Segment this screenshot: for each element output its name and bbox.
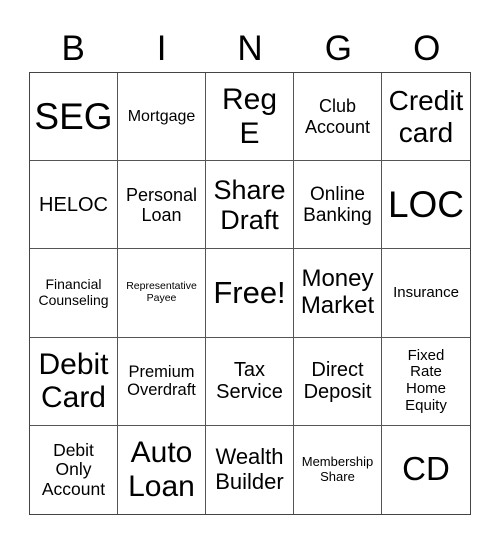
bingo-cell-text: Credit card	[388, 85, 464, 148]
bingo-cell-text: Free!	[213, 274, 286, 310]
header-letter-o: O	[413, 29, 441, 68]
bingo-cell[interactable]: Premium Overdraft	[118, 337, 206, 426]
bingo-cell-text: Club Account	[304, 96, 371, 137]
bingo-cell-text: Share Draft	[213, 174, 286, 235]
bingo-cell-text: Mortgage	[127, 107, 196, 125]
bingo-cell-text: Tax Service	[216, 358, 283, 404]
bingo-cell-text: HELOC	[39, 193, 108, 216]
bingo-cell-text: Debit Card	[38, 347, 109, 415]
bingo-cell[interactable]: Tax Service	[206, 337, 294, 426]
bingo-cell[interactable]: Reg E	[206, 73, 294, 162]
bingo-cell-text: Membership Share	[301, 454, 374, 484]
bingo-cell-text: SEG	[34, 95, 113, 137]
bingo-cell-text: LOC	[387, 184, 465, 226]
bingo-cell-text: Direct Deposit	[303, 358, 372, 404]
bingo-cell[interactable]: Credit card	[382, 73, 470, 162]
bingo-cell-text: Fixed Rate Home Equity	[405, 346, 447, 414]
bingo-cell[interactable]: Wealth Builder	[206, 425, 294, 514]
bingo-cell[interactable]: Debit Card	[30, 337, 118, 426]
bingo-cell-text: Wealth Builder	[215, 444, 284, 494]
bingo-cell[interactable]: Debit Only Account	[30, 425, 118, 514]
bingo-cell-text: Money Market	[300, 265, 375, 319]
bingo-cell[interactable]: SEG	[30, 73, 118, 162]
bingo-cell-text: CD	[402, 450, 450, 488]
header-letter-b: B	[61, 29, 85, 68]
bingo-cell-text: Reg E	[221, 83, 278, 150]
bingo-cell[interactable]: Financial Counseling	[30, 249, 118, 338]
bingo-cell[interactable]: LOC	[382, 161, 470, 250]
bingo-cell-text: Personal Loan	[125, 184, 198, 225]
header-letter-n: N	[237, 29, 263, 68]
bingo-cell[interactable]: CD	[382, 426, 470, 514]
bingo-cell[interactable]: Representative Payee	[118, 249, 206, 338]
bingo-cell[interactable]: Insurance	[382, 249, 470, 338]
bingo-cell-text: Premium Overdraft	[127, 362, 196, 400]
bingo-cell[interactable]: Money Market	[294, 249, 382, 338]
bingo-cell-text: Representative Payee	[126, 280, 197, 304]
header-letter-i: I	[156, 29, 167, 68]
bingo-cell[interactable]: Direct Deposit	[294, 337, 382, 426]
bingo-cell-text: Debit Only Account	[41, 439, 106, 499]
bingo-cell[interactable]: Auto Loan	[118, 425, 206, 514]
bingo-cell[interactable]: HELOC	[30, 161, 118, 250]
bingo-cell[interactable]: Personal Loan	[118, 161, 206, 250]
bingo-cell[interactable]: Membership Share	[294, 425, 382, 514]
bingo-cell-text: Auto Loan	[128, 436, 195, 503]
bingo-cell[interactable]: Fixed Rate Home Equity	[382, 338, 470, 426]
bingo-cell[interactable]: Share Draft	[206, 161, 294, 250]
bingo-cell[interactable]: Free!	[206, 249, 294, 338]
bingo-cell[interactable]: Club Account	[294, 73, 382, 162]
bingo-board: SEG Mortgage Reg E Club Account Credit card H…	[29, 72, 471, 515]
bingo-cell[interactable]: Online Banking	[294, 161, 382, 250]
bingo-cell-text: Insurance	[393, 283, 459, 301]
bingo-cell-text: Online Banking	[303, 183, 372, 226]
bingo-header: B I N G O	[29, 28, 471, 70]
header-letter-g: G	[324, 29, 352, 68]
bingo-cell-text: Financial Counseling	[38, 276, 109, 308]
bingo-cell[interactable]: Mortgage	[118, 73, 206, 162]
